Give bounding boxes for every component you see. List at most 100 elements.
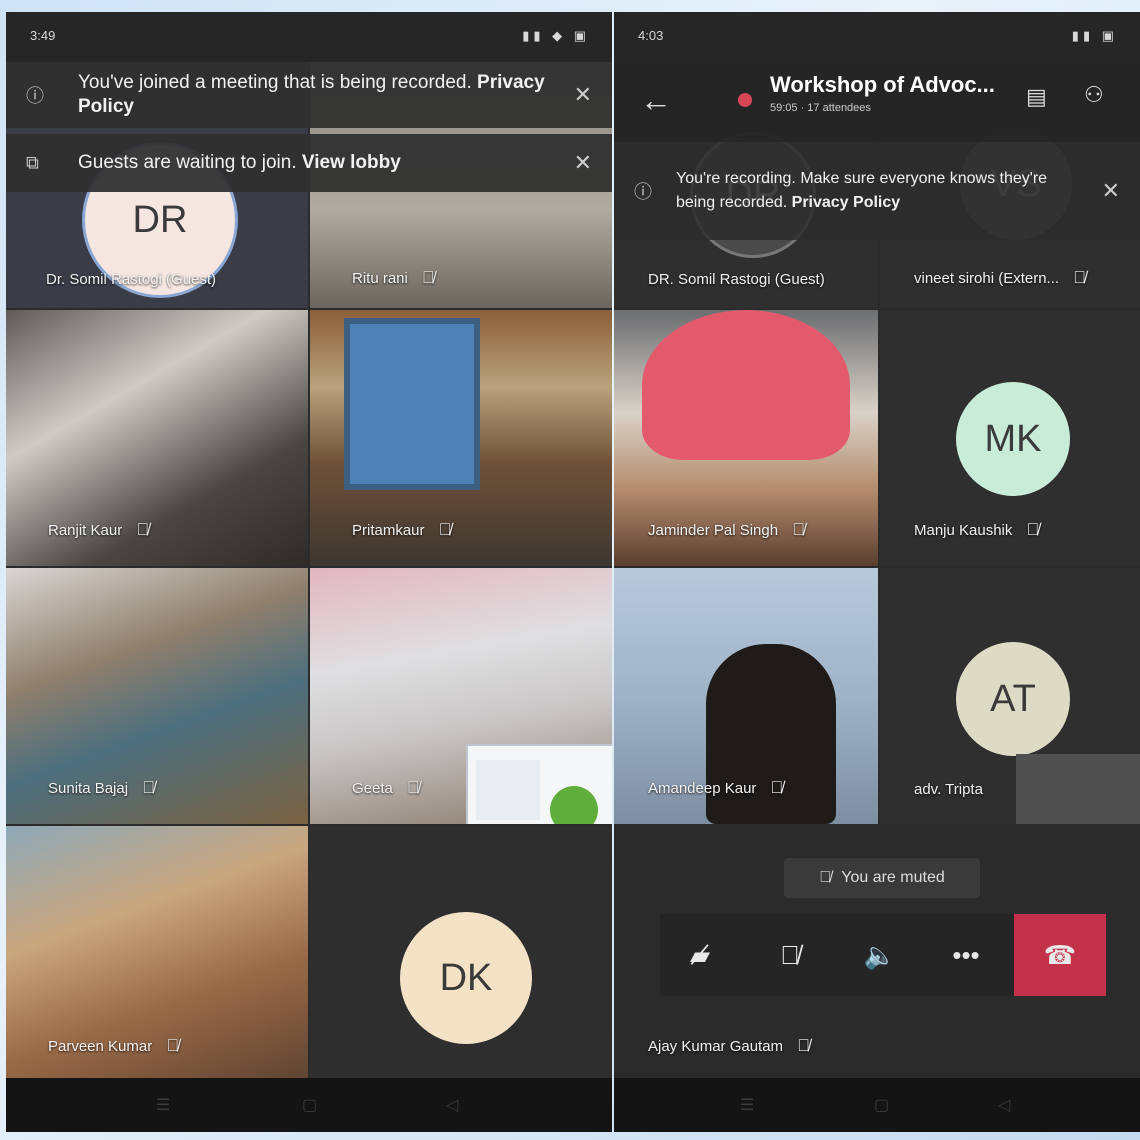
participant-tile[interactable]: DK (310, 826, 612, 1082)
participant-name-row: Ranjit Kaur 🎙̸ (48, 520, 149, 540)
participant-tile[interactable]: Jaminder Pal Singh 🎙̸ (614, 310, 878, 566)
participant-name: Ajay Kumar Gautam (648, 1038, 784, 1055)
mic-off-icon: 🎙̸ (780, 939, 800, 970)
camera-off-button[interactable]: ▰̸ (660, 914, 740, 996)
avatar: DK (400, 912, 532, 1044)
status-bar: 4:03 ▮▮ ▣ (614, 12, 1140, 62)
participant-name: Sunita Bajaj (48, 780, 129, 797)
mute-button[interactable]: 🎙̸ (750, 914, 830, 996)
mic-off-icon: 🎙̸ (166, 1036, 179, 1055)
recent-apps-icon[interactable]: ☰ (156, 1095, 170, 1115)
participant-tile[interactable]: Sunita Bajaj 🎙̸ (6, 568, 308, 824)
back-icon[interactable]: ◁ (998, 1095, 1010, 1115)
participant-tile[interactable]: Geeta 🎙̸ (310, 568, 612, 824)
status-icons: ▮▮ ▣ (1071, 28, 1118, 43)
mic-off-icon: 🎙̸ (421, 268, 435, 287)
meeting-header: ← Workshop of Advoc... 59:05 · 17 attend… (614, 62, 1140, 142)
view-lobby-link[interactable]: View lobby (302, 152, 401, 173)
camera-off-icon: ▰̸ (690, 939, 710, 970)
hang-up-icon: ☎ (1043, 939, 1077, 970)
shared-screen-thumbnail[interactable] (466, 744, 612, 824)
left-phone-screen: 3:49 ▮▮ ◆ ▣ DR Dr. Somil Rastogi (Guest)… (6, 12, 612, 1132)
participant-name: Amandeep Kaur (648, 780, 757, 797)
participant-name-row: Geeta 🎙̸ (352, 778, 420, 798)
status-time: 3:49 (30, 28, 56, 43)
close-icon[interactable]: ✕ (1102, 178, 1120, 204)
participant-name: vineet sirohi (Extern... (914, 270, 1060, 287)
home-icon[interactable]: ▢ (302, 1095, 317, 1115)
banner-message: Guests are waiting to join. (78, 152, 297, 173)
back-arrow-icon[interactable]: ← (640, 82, 672, 119)
close-icon[interactable]: ✕ (574, 150, 592, 176)
mic-off-icon: 🎙̸ (406, 778, 420, 797)
participant-name: Ritu rani (352, 270, 408, 287)
mic-off-icon: 🎙̸ (136, 520, 149, 539)
lobby-icon: ⧉ (26, 152, 39, 173)
participant-name: Ranjit Kaur (48, 522, 123, 539)
muted-toast: 🎙̸ You are muted (784, 858, 980, 898)
status-icons: ▮▮ ◆ ▣ (522, 28, 590, 43)
participant-name-row: Ritu rani 🎙̸ (352, 268, 435, 288)
slide-content (476, 760, 540, 820)
mic-off-icon: 🎙̸ (770, 778, 784, 797)
participant-name: Dr. Somil Rastogi (Guest) (46, 271, 217, 288)
participant-name-row: Ajay Kumar Gautam 🎙̸ (648, 1036, 810, 1056)
recording-notice-banner: ⓘ You're recording. Make sure everyone k… (614, 142, 1140, 240)
meeting-title: Workshop of Advoc... (770, 72, 995, 97)
privacy-policy-link[interactable]: Privacy Policy (792, 194, 901, 211)
banner-text: You're recording. Make sure everyone kno… (676, 167, 1080, 215)
avatar: MK (956, 382, 1070, 496)
more-icon: ••• (952, 939, 980, 970)
avatar: AT (956, 642, 1070, 756)
right-phone-screen: 4:03 ▮▮ ▣ DR DR. Somil Rastogi (Guest) V… (614, 12, 1140, 1132)
mic-off-icon: 🎙̸ (438, 520, 452, 539)
participant-tile[interactable]: Parveen Kumar 🎙̸ (6, 826, 308, 1082)
speaker-icon: 🔈 (863, 939, 897, 970)
recording-dot-icon (738, 93, 752, 107)
participant-tile[interactable]: AT adv. Tripta (880, 568, 1140, 824)
participants-icon[interactable]: ⚇ (1084, 82, 1104, 108)
self-view-thumbnail[interactable] (1016, 754, 1140, 824)
mic-off-icon: 🎙̸ (142, 778, 155, 797)
participant-tile[interactable]: MK Manju Kaushik 🎙̸ (880, 310, 1140, 566)
meeting-meta: 59:05 · 17 attendees (770, 102, 871, 114)
banner-text: Guests are waiting to join. View lobby (78, 151, 552, 175)
participant-tile[interactable]: Amandeep Kaur 🎙̸ (614, 568, 878, 824)
call-controls-bar: ▰̸ 🎙̸ 🔈 ••• ☎ (660, 914, 1106, 996)
lobby-banner: ⧉ Guests are waiting to join. View lobby… (6, 134, 612, 192)
status-bar: 3:49 ▮▮ ◆ ▣ (6, 12, 612, 62)
recent-apps-icon[interactable]: ☰ (740, 1095, 754, 1115)
window-image (344, 318, 480, 490)
back-icon[interactable]: ◁ (446, 1095, 458, 1115)
close-icon[interactable]: ✕ (574, 82, 592, 108)
participant-name-row: Parveen Kumar 🎙̸ (48, 1036, 179, 1056)
info-icon: ⓘ (26, 86, 44, 106)
mic-off-icon: 🎙̸ (1073, 268, 1086, 287)
system-nav-bar: ☰ ▢ ◁ (6, 1078, 612, 1132)
mic-off-icon: 🎙̸ (819, 869, 832, 886)
participant-name: Jaminder Pal Singh (648, 522, 779, 539)
participant-tile[interactable]: Pritamkaur 🎙̸ (310, 310, 612, 566)
system-nav-bar: ☰ ▢ ◁ (614, 1078, 1140, 1132)
participant-name: Manju Kaushik (914, 522, 1013, 539)
participant-name-row: Jaminder Pal Singh 🎙̸ (648, 520, 805, 540)
participant-name: Geeta (352, 780, 393, 797)
mic-off-icon: 🎙̸ (1026, 520, 1040, 539)
home-icon[interactable]: ▢ (874, 1095, 889, 1115)
muted-text: You are muted (841, 869, 945, 886)
mic-off-icon: 🎙̸ (797, 1036, 810, 1055)
participant-name-row: Pritamkaur 🎙̸ (352, 520, 451, 540)
chat-icon[interactable]: ▤ (1026, 84, 1047, 110)
more-options-button[interactable]: ••• (926, 914, 1006, 996)
participant-tile[interactable]: Ranjit Kaur 🎙̸ (6, 310, 308, 566)
speaker-button[interactable]: 🔈 (840, 914, 920, 996)
participant-name: Parveen Kumar (48, 1038, 153, 1055)
mic-off-icon: 🎙̸ (792, 520, 805, 539)
banner-text: You've joined a meeting that is being re… (78, 71, 552, 119)
end-call-button[interactable]: ☎ (1014, 914, 1106, 996)
status-time: 4:03 (638, 28, 664, 43)
turban-image (642, 310, 850, 460)
participant-name: adv. Tripta (914, 781, 983, 798)
participant-name: Pritamkaur (352, 522, 425, 539)
tree-image (550, 786, 598, 824)
